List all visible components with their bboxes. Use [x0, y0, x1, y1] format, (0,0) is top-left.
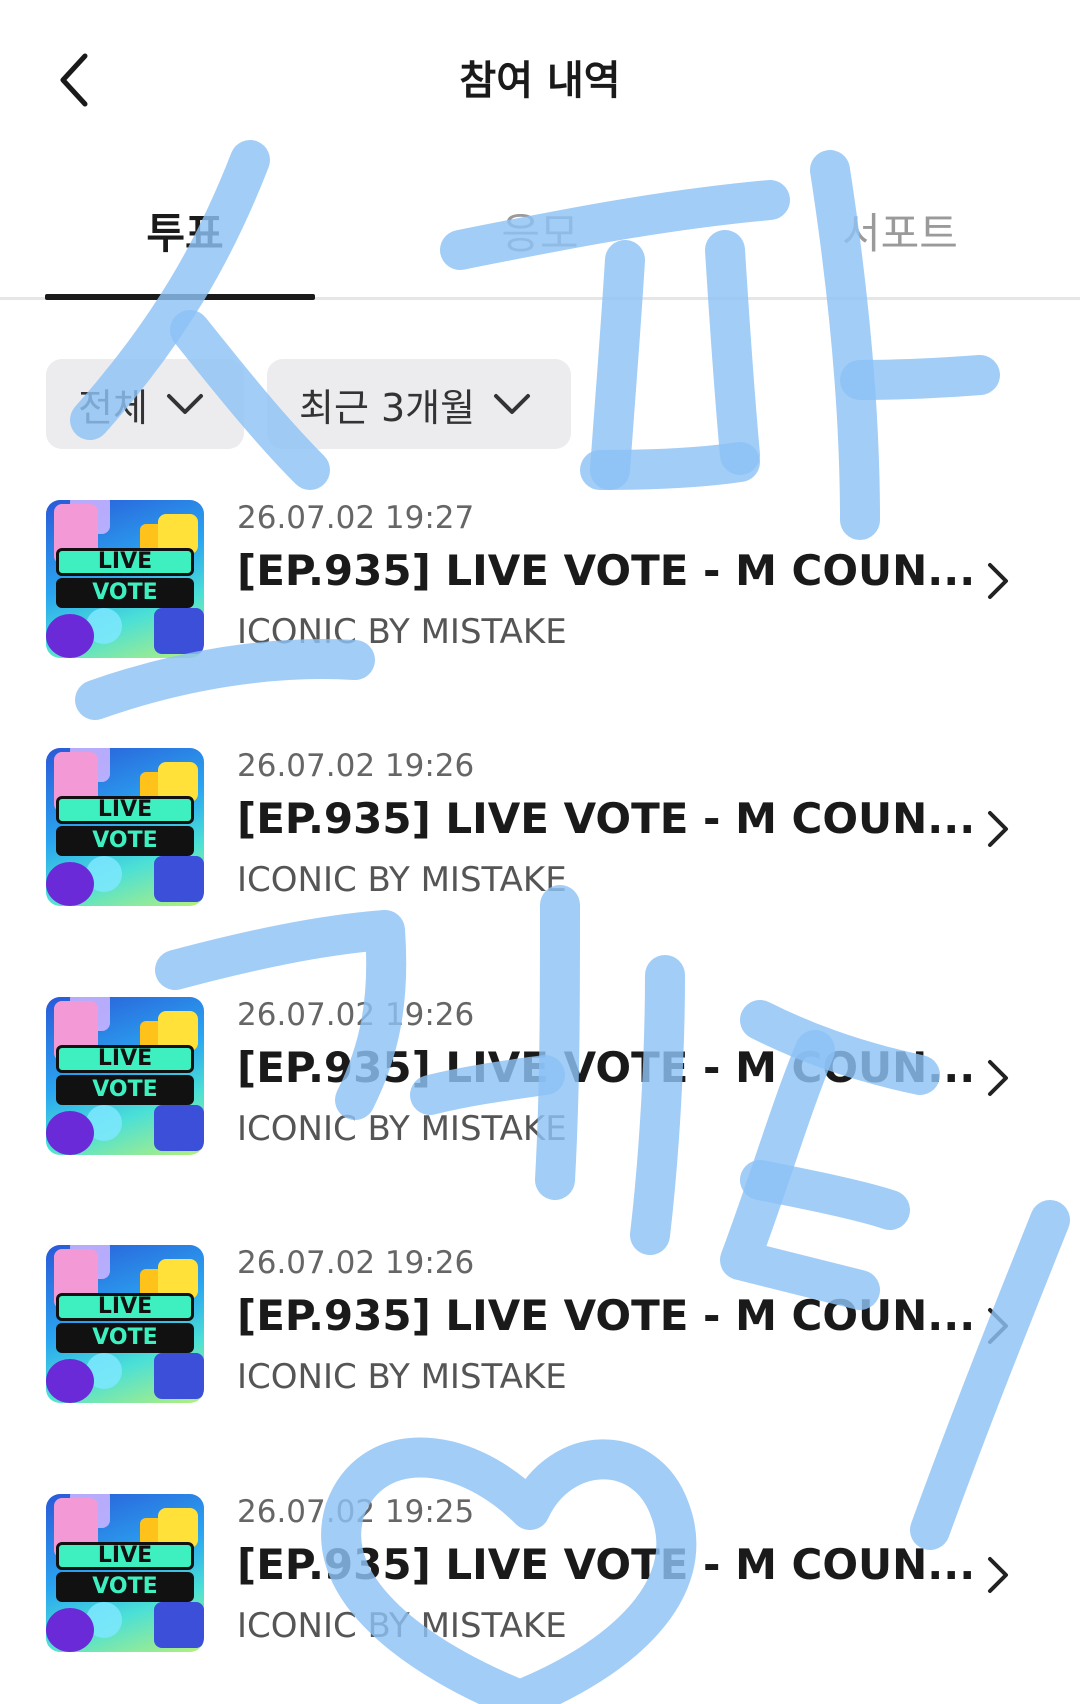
chevron-down-icon — [493, 392, 531, 416]
chevron-right-icon — [978, 1301, 1018, 1351]
thumbnail-vote-text: VOTE — [56, 1572, 194, 1602]
thumbnail-live-text: LIVE — [56, 548, 194, 576]
thumbnail-vote-text: VOTE — [56, 578, 194, 608]
item-artist: ICONIC BY MISTAKE — [237, 1109, 567, 1149]
item-date: 26.07.02 19:25 — [237, 1494, 475, 1530]
page-title: 참여 내역 — [459, 58, 621, 104]
item-date: 26.07.02 19:27 — [237, 500, 475, 536]
active-tab-indicator — [45, 294, 315, 300]
item-title: [EP.935] LIVE VOTE - M COUN... — [237, 1291, 976, 1340]
chevron-right-icon — [978, 1053, 1018, 1103]
thumbnail-live-text: LIVE — [56, 796, 194, 824]
list-item[interactable]: LIVE VOTE 26.07.02 19:25 [EP.935] LIVE V… — [0, 1494, 1080, 1694]
vote-thumbnail: LIVE VOTE — [46, 1245, 204, 1403]
item-artist: ICONIC BY MISTAKE — [237, 860, 567, 900]
tab-vote[interactable]: 투표 — [45, 200, 325, 290]
list-item[interactable]: LIVE VOTE 26.07.02 19:26 [EP.935] LIVE V… — [0, 1245, 1080, 1445]
thumbnail-vote-text: VOTE — [56, 826, 194, 856]
tab-entry[interactable]: 응모 — [400, 200, 680, 290]
participation-history-screen: 참여 내역 투표 응모 서포트 전체 최근 3개월 LIVE VOTE 26.0… — [0, 0, 1080, 1704]
item-date: 26.07.02 19:26 — [237, 748, 475, 784]
category-filter-label: 전체 — [78, 385, 148, 430]
item-artist: ICONIC BY MISTAKE — [237, 1357, 567, 1397]
item-title: [EP.935] LIVE VOTE - M COUN... — [237, 546, 976, 595]
category-filter-dropdown[interactable]: 전체 — [46, 359, 244, 449]
tab-support[interactable]: 서포트 — [760, 200, 1040, 290]
item-artist: ICONIC BY MISTAKE — [237, 612, 567, 652]
item-artist: ICONIC BY MISTAKE — [237, 1606, 567, 1646]
period-filter-dropdown[interactable]: 최근 3개월 — [267, 359, 571, 449]
vote-thumbnail: LIVE VOTE — [46, 997, 204, 1155]
vote-thumbnail: LIVE VOTE — [46, 748, 204, 906]
list-item[interactable]: LIVE VOTE 26.07.02 19:27 [EP.935] LIVE V… — [0, 500, 1080, 700]
vote-thumbnail: LIVE VOTE — [46, 1494, 204, 1652]
thumbnail-live-text: LIVE — [56, 1045, 194, 1073]
list-item[interactable]: LIVE VOTE 26.07.02 19:26 [EP.935] LIVE V… — [0, 997, 1080, 1197]
chevron-right-icon — [978, 804, 1018, 854]
thumbnail-live-text: LIVE — [56, 1293, 194, 1321]
chevron-right-icon — [978, 1550, 1018, 1600]
item-date: 26.07.02 19:26 — [237, 1245, 475, 1281]
tab-bar: 투표 응모 서포트 — [0, 180, 1080, 300]
item-title: [EP.935] LIVE VOTE - M COUN... — [237, 1540, 976, 1589]
chevron-right-icon — [978, 556, 1018, 606]
header: 참여 내역 — [0, 0, 1080, 150]
item-title: [EP.935] LIVE VOTE - M COUN... — [237, 1043, 976, 1092]
thumbnail-vote-text: VOTE — [56, 1075, 194, 1105]
thumbnail-vote-text: VOTE — [56, 1323, 194, 1353]
item-title: [EP.935] LIVE VOTE - M COUN... — [237, 794, 976, 843]
period-filter-label: 최근 3개월 — [299, 385, 476, 430]
list-item[interactable]: LIVE VOTE 26.07.02 19:26 [EP.935] LIVE V… — [0, 748, 1080, 948]
item-date: 26.07.02 19:26 — [237, 997, 475, 1033]
thumbnail-live-text: LIVE — [56, 1542, 194, 1570]
vote-thumbnail: LIVE VOTE — [46, 500, 204, 658]
chevron-down-icon — [166, 392, 204, 416]
